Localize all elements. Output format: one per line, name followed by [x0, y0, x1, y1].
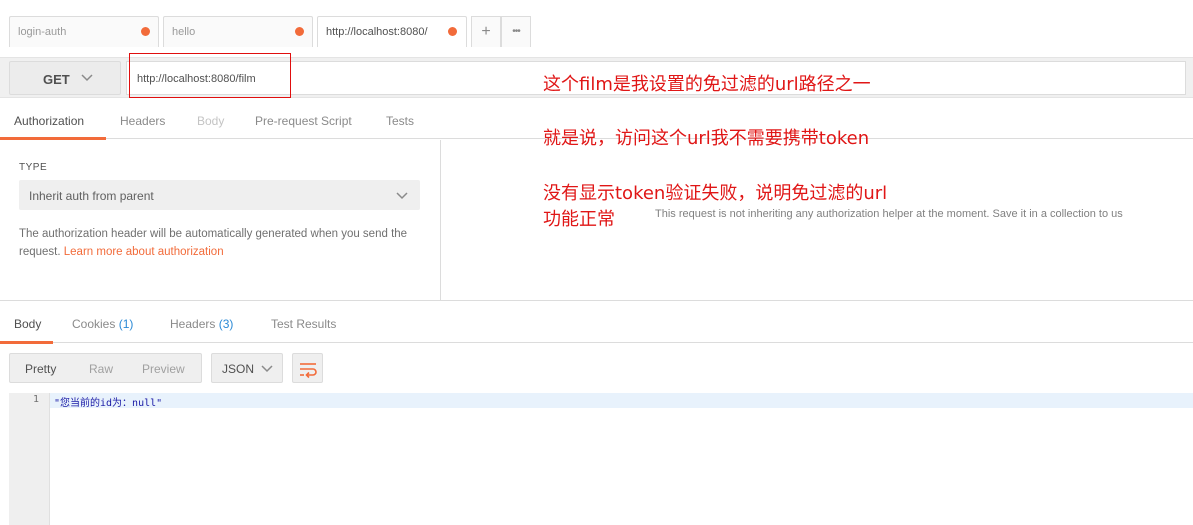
annotation-line-1: 这个film是我设置的免过滤的url路径之一: [543, 74, 871, 95]
method-label: GET: [43, 72, 70, 87]
raw-button[interactable]: Raw: [89, 362, 113, 376]
unsaved-dot-icon: [448, 27, 457, 36]
pretty-button[interactable]: Pretty: [25, 362, 56, 376]
auth-type-value: Inherit auth from parent: [29, 189, 154, 203]
tab-body[interactable]: Body: [197, 114, 224, 128]
tab-cookies[interactable]: Cookies (1): [72, 317, 133, 331]
tab-localhost[interactable]: http://localhost:8080/: [317, 16, 467, 47]
active-line-highlight: [50, 393, 1193, 408]
auth-description: The authorization header will be automat…: [19, 225, 419, 261]
chevron-down-icon: [261, 365, 273, 373]
tab-test-results[interactable]: Test Results: [271, 317, 336, 331]
preview-button[interactable]: Preview: [142, 362, 185, 376]
url-highlight-box: [129, 53, 291, 98]
line-gutter: 1: [9, 393, 50, 525]
headers-label: Headers: [170, 317, 216, 331]
unsaved-dot-icon: [295, 27, 304, 36]
wrap-lines-button[interactable]: [292, 353, 323, 383]
tab-headers[interactable]: Headers: [120, 114, 165, 128]
response-body-text: "您当前的id为：null": [54, 398, 163, 409]
unsaved-dot-icon: [141, 27, 150, 36]
method-select[interactable]: GET: [9, 61, 121, 95]
annotation-line-2: 就是说，访问这个url我不需要携带token: [543, 128, 870, 149]
auth-panel: TYPE Inherit auth from parent The author…: [0, 140, 441, 300]
annotation-line-3: 没有显示token验证失败，说明免过滤的url: [543, 183, 888, 204]
response-editor[interactable]: 1 "您当前的id为：null": [9, 393, 1193, 525]
annotation-line-4: 功能正常: [543, 209, 615, 230]
cookies-label: Cookies: [72, 317, 116, 331]
format-label: JSON: [222, 362, 255, 376]
new-tab-button[interactable]: +: [471, 16, 501, 47]
tab-pre-request-script[interactable]: Pre-request Script: [255, 114, 352, 128]
line-number: 1: [32, 394, 39, 405]
type-label: TYPE: [19, 162, 48, 173]
wrap-lines-icon: [300, 363, 317, 379]
tab-label: hello: [172, 26, 196, 38]
tab-response-body[interactable]: Body: [14, 317, 41, 331]
tab-label: http://localhost:8080/: [326, 26, 428, 38]
tab-hello[interactable]: hello: [163, 16, 313, 47]
tab-authorization[interactable]: Authorization: [14, 114, 84, 128]
auth-type-select[interactable]: Inherit auth from parent: [19, 180, 420, 210]
tab-tests[interactable]: Tests: [386, 114, 414, 128]
more-tabs-button[interactable]: •••: [501, 16, 531, 47]
headers-count: (3): [218, 317, 234, 331]
chevron-down-icon: [81, 74, 93, 82]
auth-inherit-message: This request is not inheriting any autho…: [655, 208, 1123, 220]
tab-response-headers[interactable]: Headers (3): [170, 317, 233, 331]
active-tab-indicator: [0, 341, 53, 344]
chevron-down-icon: [396, 192, 408, 200]
cookies-count: (1): [118, 317, 134, 331]
response-tabs: Body Cookies (1) Headers (3) Test Result…: [0, 310, 1193, 344]
learn-more-link[interactable]: Learn more about authorization: [64, 246, 224, 258]
view-mode-group: Pretty Raw Preview: [9, 353, 202, 383]
tab-login-auth[interactable]: login-auth: [9, 16, 159, 47]
section-divider: [0, 300, 1193, 301]
tab-label: login-auth: [18, 26, 67, 38]
format-select[interactable]: JSON: [211, 353, 283, 383]
request-tab-strip: login-auth hello http://localhost:8080/ …: [0, 0, 1193, 48]
